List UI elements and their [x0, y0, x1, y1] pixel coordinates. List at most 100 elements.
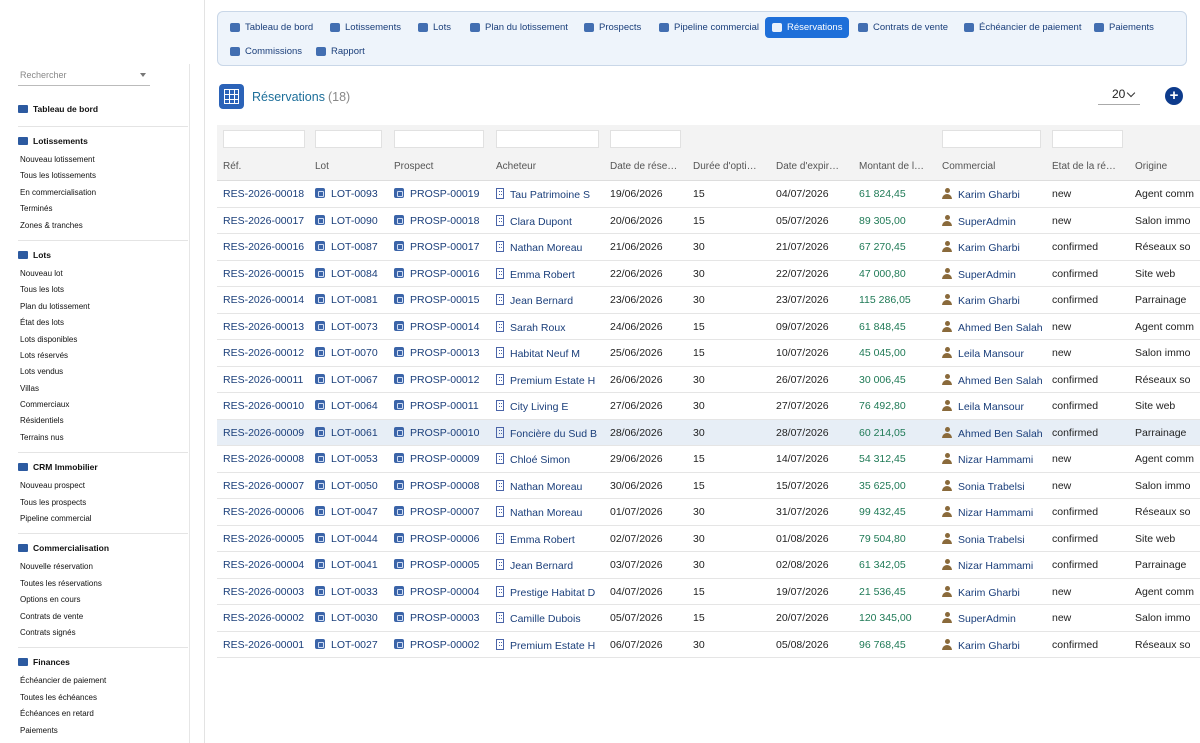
table-cell[interactable]: Ahmed Ben Salah	[942, 373, 1050, 387]
table-row[interactable]: RES-2026-00002 LOT-0030 PROSP-00003 Camille…	[217, 605, 1200, 632]
table-cell[interactable]: RES-2026-00011	[223, 374, 311, 386]
table-cell[interactable]: PROSP-00006	[394, 532, 492, 545]
table-cell[interactable]: LOT-0061	[315, 426, 390, 439]
table-cell[interactable]: Clara Dupont	[496, 214, 606, 228]
sidebar-item[interactable]: Commerciaux	[18, 397, 188, 413]
tab--ch-ancier-de-paiement[interactable]: Échéancier de paiement	[957, 17, 1088, 38]
column-header[interactable]: Durée d'opti…	[693, 161, 773, 172]
table-cell[interactable]: LOT-0044	[315, 532, 390, 545]
table-cell[interactable]: Tau Patrimoine S	[496, 188, 606, 201]
table-row[interactable]: RES-2026-00017 LOT-0090 PROSP-00018 Clara D…	[217, 208, 1200, 234]
table-cell[interactable]: Karim Gharbi	[942, 294, 1050, 307]
table-cell[interactable]: RES-2026-00010	[223, 400, 311, 412]
column-header[interactable]: Réf.	[223, 161, 311, 172]
sidebar-item[interactable]: Pipeline commercial	[18, 511, 188, 527]
table-row[interactable]: RES-2026-00013 LOT-0073 PROSP-00014 Sarah R…	[217, 314, 1200, 340]
table-cell[interactable]: RES-2026-00015	[223, 268, 311, 280]
table-row[interactable]: RES-2026-00011 LOT-0067 PROSP-00012 Premium…	[217, 367, 1200, 393]
table-cell[interactable]: Nathan Moreau	[496, 479, 606, 493]
column-header[interactable]: Acheteur	[496, 161, 606, 172]
table-cell[interactable]: Jean Bernard	[496, 559, 606, 572]
table-cell[interactable]: PROSP-00013	[394, 347, 492, 359]
sidebar-item[interactable]: Nouvelle réservation	[18, 559, 188, 575]
table-cell[interactable]: LOT-0073	[315, 320, 390, 333]
sidebar-item[interactable]: Contrats de vente	[18, 609, 188, 625]
table-cell[interactable]: LOT-0050	[315, 479, 390, 492]
table-cell[interactable]: LOT-0067	[315, 373, 390, 386]
sidebar-item[interactable]: État des lots	[18, 315, 188, 331]
table-cell[interactable]: PROSP-00016	[394, 267, 492, 280]
table-cell[interactable]: LOT-0081	[315, 294, 390, 306]
table-cell[interactable]: Emma Robert	[496, 267, 606, 281]
table-cell[interactable]: RES-2026-00003	[223, 586, 311, 598]
sidebar-section-finances[interactable]: Finances	[18, 655, 188, 669]
tab-r-servations[interactable]: Réservations	[765, 17, 850, 38]
table-cell[interactable]: Sonia Trabelsi	[942, 532, 1050, 546]
tab-lots[interactable]: Lots	[411, 17, 458, 38]
tab-contrats-de-vente[interactable]: Contrats de vente	[851, 17, 955, 38]
table-cell[interactable]: Nizar Hammami	[942, 453, 1050, 466]
table-cell[interactable]: LOT-0064	[315, 400, 390, 412]
table-cell[interactable]: RES-2026-00002	[223, 612, 311, 624]
table-row[interactable]: RES-2026-00003 LOT-0033 PROSP-00004 Prestig…	[217, 579, 1200, 605]
table-cell[interactable]: PROSP-00008	[394, 479, 492, 492]
table-cell[interactable]: RES-2026-00012	[223, 347, 311, 359]
sidebar-section-commercialisation[interactable]: Commercialisation	[18, 541, 188, 555]
sidebar-item[interactable]: Options en cours	[18, 592, 188, 608]
table-row[interactable]: RES-2026-00018 LOT-0093 PROSP-00019 Tau Pat…	[217, 181, 1200, 208]
table-cell[interactable]: SuperAdmin	[942, 267, 1050, 281]
sidebar-item[interactable]: Plan du lotissement	[18, 299, 188, 315]
tab-pipeline-commercial[interactable]: Pipeline commercial	[652, 17, 766, 38]
table-cell[interactable]: PROSP-00005	[394, 559, 492, 571]
tab-paiements[interactable]: Paiements	[1087, 17, 1161, 38]
tab-commissions[interactable]: Commissions	[223, 41, 309, 62]
column-header[interactable]: Montant de l…	[859, 161, 939, 172]
table-cell[interactable]: Premium Estate H	[496, 638, 606, 652]
table-row[interactable]: RES-2026-00004 LOT-0041 PROSP-00005 Jean Be…	[217, 552, 1200, 579]
column-header[interactable]: Origine	[1135, 161, 1200, 172]
column-header[interactable]: Date de rése…	[610, 161, 690, 172]
sidebar-section-lotissements[interactable]: Lotissements	[18, 134, 188, 148]
table-cell[interactable]: RES-2026-00017	[223, 215, 311, 227]
sidebar-item[interactable]: Toutes les échéances	[18, 690, 188, 706]
sidebar-section-crm-immobilier[interactable]: CRM Immobilier	[18, 460, 188, 474]
table-row[interactable]: RES-2026-00008 LOT-0053 PROSP-00009 Chloé S…	[217, 446, 1200, 473]
table-cell[interactable]: City Living E	[496, 400, 606, 413]
sidebar-item[interactable]: Toutes les réservations	[18, 576, 188, 592]
table-cell[interactable]: RES-2026-00018	[223, 188, 311, 200]
column-header[interactable]: État de la ré…	[1052, 161, 1132, 172]
table-cell[interactable]: Nizar Hammami	[942, 559, 1050, 572]
sidebar-item[interactable]: Nouveau lotissement	[18, 152, 188, 168]
table-cell[interactable]: PROSP-00012	[394, 373, 492, 386]
table-cell[interactable]: LOT-0053	[315, 453, 390, 465]
column-filter-input[interactable]	[610, 130, 681, 148]
table-row[interactable]: RES-2026-00015 LOT-0084 PROSP-00016 Emma Ro…	[217, 261, 1200, 287]
column-header[interactable]: Date d'expir…	[776, 161, 856, 172]
table-cell[interactable]: Premium Estate H	[496, 373, 606, 387]
table-cell[interactable]: RES-2026-00016	[223, 241, 311, 253]
sidebar-item[interactable]: Résidentiels	[18, 413, 188, 429]
table-cell[interactable]: RES-2026-00007	[223, 480, 311, 492]
sidebar-item[interactable]: Lots réservés	[18, 348, 188, 364]
table-cell[interactable]: PROSP-00010	[394, 426, 492, 439]
table-cell[interactable]: Nathan Moreau	[496, 506, 606, 519]
sidebar-item[interactable]: Lots vendus	[18, 364, 188, 380]
table-row[interactable]: RES-2026-00001 LOT-0027 PROSP-00002 Premium…	[217, 632, 1200, 658]
table-cell[interactable]: PROSP-00007	[394, 506, 492, 518]
sidebar-section-lots[interactable]: Lots	[18, 248, 188, 262]
table-cell[interactable]: Habitat Neuf M	[496, 347, 606, 360]
tab-prospects[interactable]: Prospects	[577, 17, 648, 38]
column-filter-input[interactable]	[394, 130, 484, 148]
table-cell[interactable]: LOT-0033	[315, 585, 390, 598]
page-size-select[interactable]: 20	[1098, 87, 1140, 105]
table-cell[interactable]: LOT-0093	[315, 188, 390, 200]
table-cell[interactable]: RES-2026-00004	[223, 559, 311, 571]
table-cell[interactable]: Karim Gharbi	[942, 585, 1050, 599]
table-cell[interactable]: Nathan Moreau	[496, 241, 606, 254]
table-cell[interactable]: PROSP-00002	[394, 638, 492, 651]
caret-down-icon[interactable]	[140, 73, 146, 77]
sidebar-item[interactable]: Villas	[18, 381, 188, 397]
table-cell[interactable]: Karim Gharbi	[942, 241, 1050, 254]
table-cell[interactable]: PROSP-00015	[394, 294, 492, 306]
table-cell[interactable]: LOT-0070	[315, 347, 390, 359]
